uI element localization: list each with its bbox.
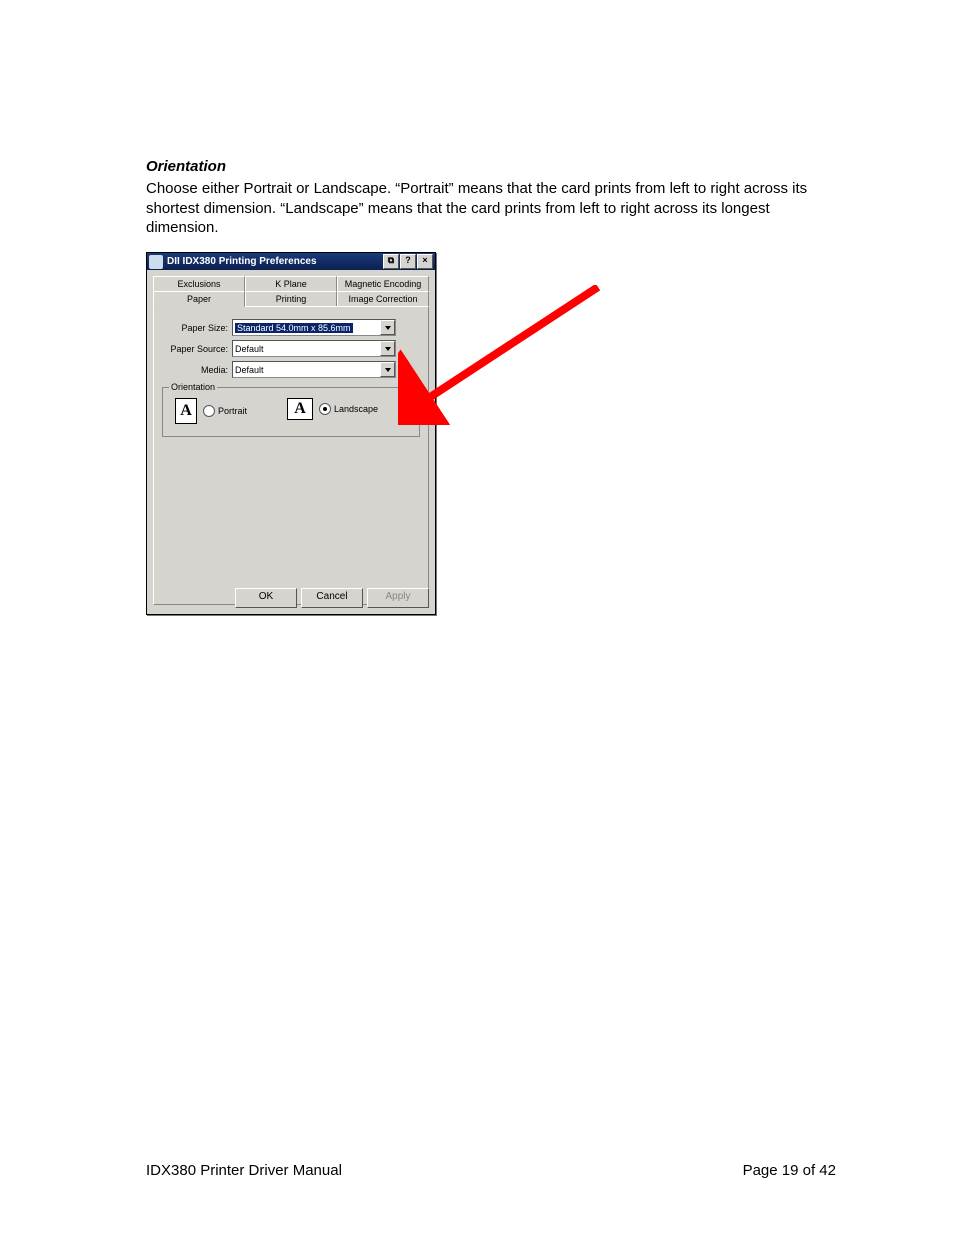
dialog-button-bar: OK Cancel Apply (235, 588, 429, 608)
titlebar: DII IDX380 Printing Preferences ⧉ ? × (147, 253, 435, 270)
landscape-label: Landscape (334, 404, 378, 414)
ok-button[interactable]: OK (235, 588, 297, 608)
media-label: Media: (160, 365, 232, 375)
printer-icon (149, 255, 163, 269)
tab-magnetic-encoding[interactable]: Magnetic Encoding (337, 276, 429, 291)
portrait-radio[interactable] (203, 405, 215, 417)
titlebar-snap-button[interactable]: ⧉ (383, 254, 399, 269)
tab-k-plane[interactable]: K Plane (245, 276, 337, 291)
chevron-down-icon[interactable] (380, 341, 395, 356)
landscape-icon: A (287, 398, 313, 420)
paper-source-label: Paper Source: (160, 344, 232, 354)
footer-right: Page 19 of 42 (743, 1162, 836, 1179)
titlebar-close-button[interactable]: × (417, 254, 433, 269)
footer-left: IDX380 Printer Driver Manual (146, 1162, 342, 1179)
tab-paper-content: Paper Size: Standard 54.0mm x 85.6mm Pap… (153, 306, 429, 605)
orientation-group-label: Orientation (169, 382, 217, 392)
cancel-button[interactable]: Cancel (301, 588, 363, 608)
tab-paper[interactable]: Paper (153, 291, 245, 307)
media-dropdown[interactable]: Default (232, 361, 396, 378)
portrait-icon: A (175, 398, 197, 424)
page-footer: IDX380 Printer Driver Manual Page 19 of … (146, 1162, 836, 1179)
tab-row-back: Exclusions K Plane Magnetic Encoding (153, 276, 429, 291)
tab-image-correction[interactable]: Image Correction (337, 291, 429, 306)
tab-area: Exclusions K Plane Magnetic Encoding Pap… (153, 276, 429, 605)
media-value: Default (235, 365, 264, 375)
tab-exclusions[interactable]: Exclusions (153, 276, 245, 291)
portrait-label: Portrait (218, 406, 247, 416)
media-row: Media: Default (160, 361, 396, 378)
paper-source-row: Paper Source: Default (160, 340, 396, 357)
paper-source-dropdown[interactable]: Default (232, 340, 396, 357)
paper-source-value: Default (235, 344, 264, 354)
orientation-landscape-item: A Landscape (287, 398, 378, 420)
apply-button[interactable]: Apply (367, 588, 429, 608)
paper-size-row: Paper Size: Standard 54.0mm x 85.6mm (160, 319, 396, 336)
titlebar-title: DII IDX380 Printing Preferences (167, 256, 382, 267)
section-body: Choose either Portrait or Landscape. “Po… (146, 179, 836, 238)
paper-size-dropdown[interactable]: Standard 54.0mm x 85.6mm (232, 319, 396, 336)
page-content: Orientation Choose either Portrait or La… (146, 158, 836, 256)
tab-row-front: Paper Printing Image Correction (153, 291, 429, 307)
chevron-down-icon[interactable] (380, 320, 395, 335)
section-title: Orientation (146, 158, 836, 175)
titlebar-help-button[interactable]: ? (400, 254, 416, 269)
landscape-radio[interactable] (319, 403, 331, 415)
tab-printing[interactable]: Printing (245, 291, 337, 306)
chevron-down-icon[interactable] (380, 362, 395, 377)
paper-size-value: Standard 54.0mm x 85.6mm (235, 323, 353, 333)
orientation-groupbox: Orientation A Portrait A Landscape (162, 387, 420, 437)
printing-preferences-dialog: DII IDX380 Printing Preferences ⧉ ? × Ex… (146, 252, 436, 615)
orientation-portrait-item: A Portrait (175, 398, 247, 424)
paper-size-label: Paper Size: (160, 323, 232, 333)
